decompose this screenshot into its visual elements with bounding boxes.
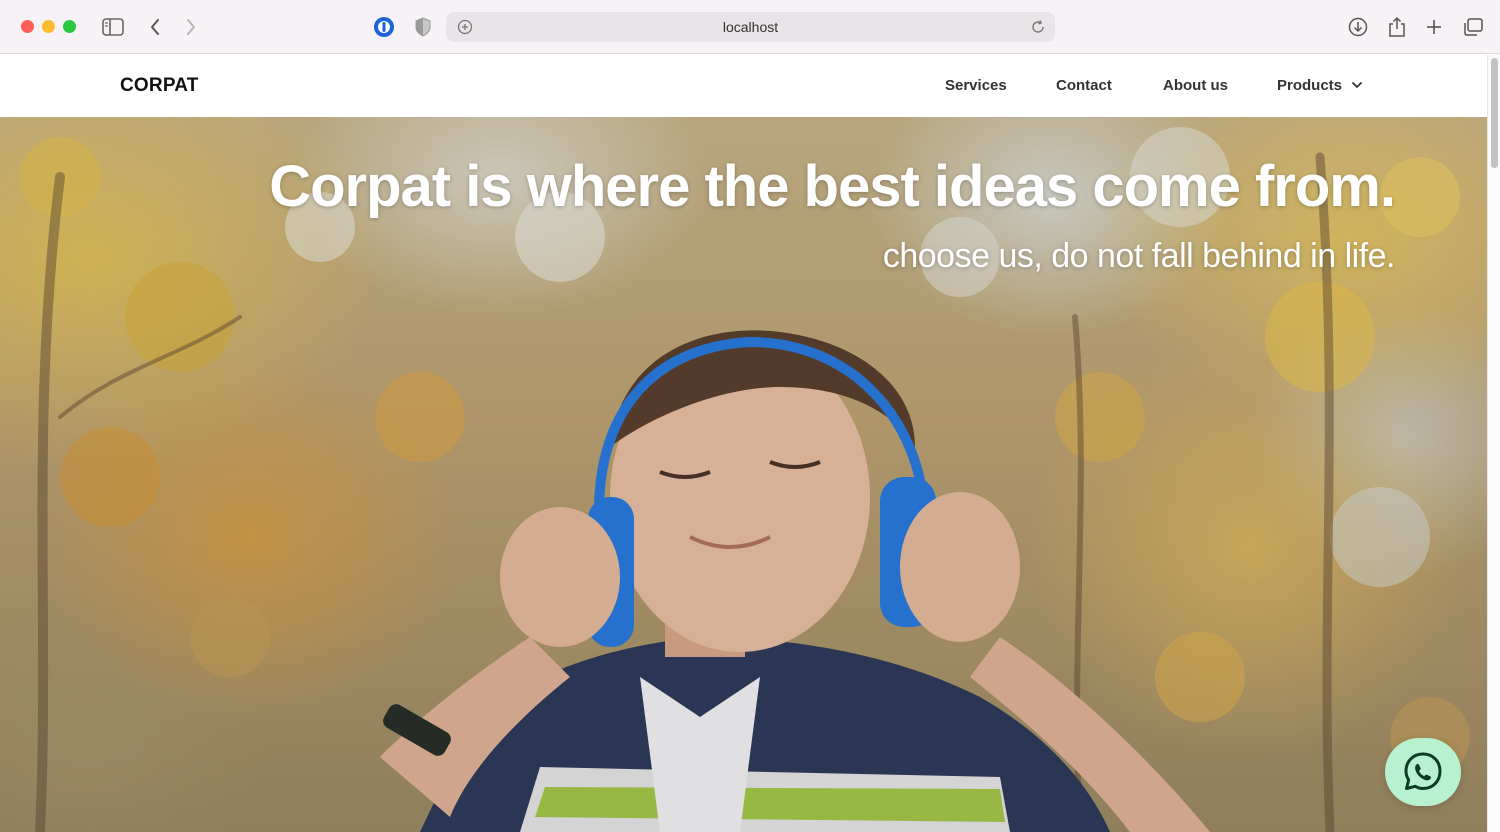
hero-background-image — [0, 117, 1487, 832]
chevron-down-icon — [1352, 82, 1362, 88]
whatsapp-chat-button[interactable] — [1385, 738, 1461, 806]
forward-icon[interactable] — [178, 14, 204, 40]
new-tab-icon[interactable] — [1421, 14, 1447, 40]
hero-subtitle: choose us, do not fall behind in life. — [882, 237, 1396, 275]
minimize-window-button[interactable] — [42, 20, 55, 33]
nav-link-services[interactable]: Services — [945, 77, 1007, 94]
privacy-shield-icon[interactable] — [410, 14, 436, 40]
nav-link-about-us[interactable]: About us — [1163, 77, 1228, 94]
browser-toolbar: localhost — [0, 0, 1500, 54]
download-icon[interactable] — [1345, 14, 1371, 40]
hero-title: Corpat is where the best ideas come from… — [269, 154, 1396, 219]
web-page: CORPAT Services Contact About us Product… — [0, 55, 1487, 832]
nav-dropdown-products[interactable]: Products — [1277, 77, 1362, 94]
whatsapp-icon — [1404, 752, 1442, 790]
zoom-window-button[interactable] — [63, 20, 76, 33]
password-extension-icon[interactable] — [371, 14, 397, 40]
share-icon[interactable] — [1384, 14, 1410, 40]
hero-section: Corpat is where the best ideas come from… — [0, 117, 1487, 832]
back-icon[interactable] — [142, 14, 168, 40]
site-navbar: CORPAT Services Contact About us Product… — [0, 55, 1487, 117]
sidebar-icon[interactable] — [100, 14, 126, 40]
brand-logo[interactable]: CORPAT — [120, 75, 199, 97]
address-bar[interactable]: localhost — [446, 12, 1055, 42]
nav-products-label: Products — [1277, 77, 1343, 94]
close-window-button[interactable] — [21, 20, 34, 33]
nav-link-contact[interactable]: Contact — [1056, 77, 1112, 94]
reload-icon[interactable] — [1025, 14, 1051, 40]
page-scrollbar[interactable] — [1487, 55, 1500, 832]
scrollbar-thumb[interactable] — [1491, 58, 1498, 168]
tab-overview-icon[interactable] — [1460, 14, 1486, 40]
url-text: localhost — [722, 19, 779, 35]
